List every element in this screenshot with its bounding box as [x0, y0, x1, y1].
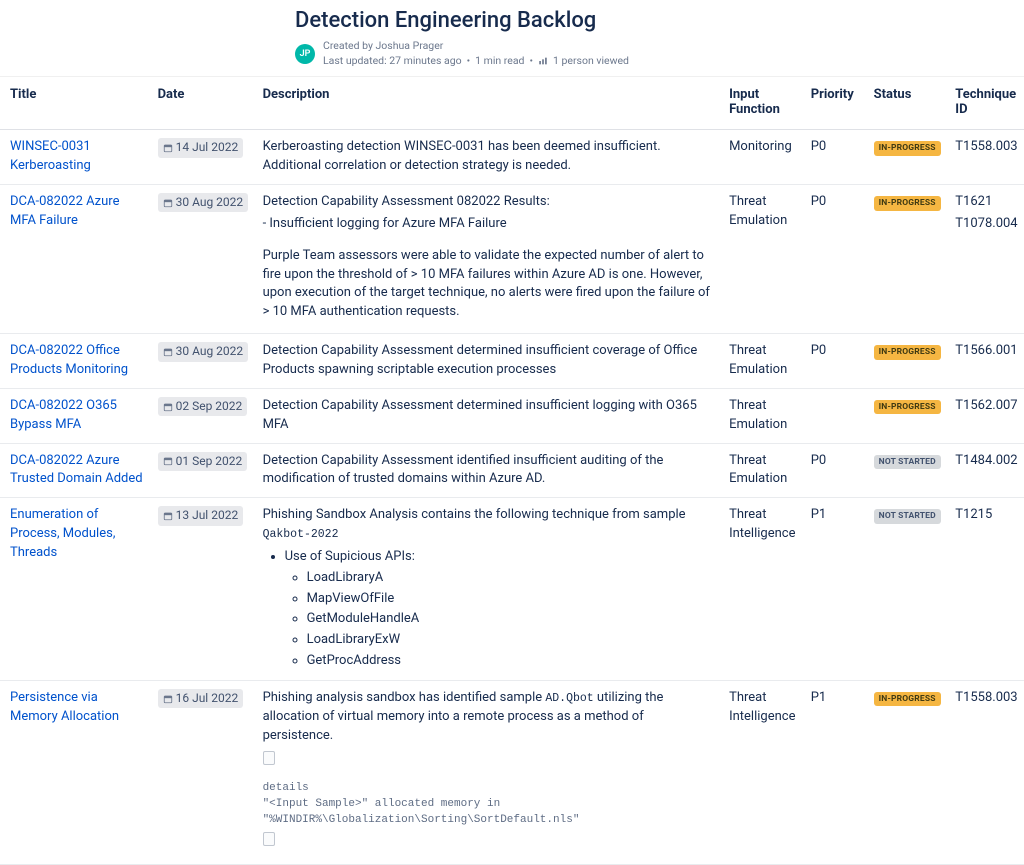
list-item: LoadLibraryExW	[307, 630, 718, 651]
status-badge[interactable]: IN-PROGRESS	[874, 345, 941, 360]
date-text: 13 Jul 2022	[176, 507, 239, 524]
description-cell: Detection Capability Assessment determin…	[257, 334, 724, 389]
code-block: details "<Input Sample>" allocated memor…	[263, 781, 718, 829]
date-chip[interactable]: 01 Sep 2022	[158, 452, 248, 471]
calendar-icon	[163, 198, 173, 208]
technique-cell: T1558.003	[949, 130, 1024, 185]
list-item: MapViewOfFile	[307, 589, 718, 610]
col-title[interactable]: Title	[0, 77, 152, 130]
col-priority[interactable]: Priority	[805, 77, 868, 130]
priority: P1	[805, 680, 868, 864]
description-cell: Detection Capability Assessment 082022 R…	[257, 185, 724, 334]
date-text: 16 Jul 2022	[176, 690, 239, 707]
row-title-link[interactable]: WINSEC-0031 Kerberoasting	[10, 139, 91, 173]
input-function: Threat Emulation	[723, 334, 805, 389]
list-item: Use of Supicious APIs:	[285, 547, 718, 568]
row-title-link[interactable]: DCA-082022 Office Products Monitoring	[10, 343, 128, 377]
table-row: DCA-082022 Azure MFA Failure 30 Aug 2022…	[0, 185, 1024, 334]
status-badge[interactable]: IN-PROGRESS	[874, 141, 941, 156]
analytics-icon	[538, 56, 548, 66]
date-text: 30 Aug 2022	[176, 343, 244, 360]
priority	[805, 388, 868, 443]
table-row: DCA-082022 Azure Trusted Domain Added 01…	[0, 443, 1024, 498]
priority: P0	[805, 334, 868, 389]
list-item: GetProcAddress	[307, 651, 718, 672]
priority: P0	[805, 185, 868, 334]
input-function: Monitoring	[723, 130, 805, 185]
input-function: Threat Emulation	[723, 443, 805, 498]
input-function: Threat Intelligence	[723, 498, 805, 681]
table-row: Enumeration of Process, Modules, Threads…	[0, 498, 1024, 681]
created-by: Created by Joshua Prager	[323, 39, 629, 54]
page-header: Detection Engineering Backlog JP Created…	[0, 0, 1024, 77]
date-chip[interactable]: 14 Jul 2022	[158, 138, 244, 157]
row-title-link[interactable]: DCA-082022 O365 Bypass MFA	[10, 398, 117, 432]
technique-cell: T1562.007	[949, 388, 1024, 443]
date-text: 14 Jul 2022	[176, 139, 239, 156]
col-technique[interactable]: Technique ID	[949, 77, 1024, 130]
avatar[interactable]: JP	[295, 44, 315, 64]
table-row: Persistence via Memory Allocation 16 Jul…	[0, 680, 1024, 864]
input-function: Threat Emulation	[723, 388, 805, 443]
read-time: 1 min read	[475, 54, 524, 69]
status-badge[interactable]: NOT STARTED	[874, 509, 941, 524]
col-date[interactable]: Date	[152, 77, 257, 130]
table-row: WINSEC-0031 Kerberoasting 14 Jul 2022 Ke…	[0, 130, 1024, 185]
technique-cell: T1484.002	[949, 443, 1024, 498]
technique-cell: T1566.001	[949, 334, 1024, 389]
description-cell: Detection Capability Assessment determin…	[257, 388, 724, 443]
page-title: Detection Engineering Backlog	[295, 8, 1024, 33]
row-title-link[interactable]: DCA-082022 Azure MFA Failure	[10, 194, 119, 228]
list-item: GetModuleHandleA	[307, 609, 718, 630]
date-text: 02 Sep 2022	[176, 398, 243, 415]
status-badge[interactable]: IN-PROGRESS	[874, 196, 941, 211]
technique-cell: T1558.003	[949, 680, 1024, 864]
col-input[interactable]: Input Function	[723, 77, 805, 130]
table-row: DCA-082022 O365 Bypass MFA 02 Sep 2022 D…	[0, 388, 1024, 443]
table-row: DCA-082022 Office Products Monitoring 30…	[0, 334, 1024, 389]
input-function: Threat Emulation	[723, 185, 805, 334]
page-meta: JP Created by Joshua Prager Last updated…	[295, 39, 1024, 68]
input-function: Threat Intelligence	[723, 680, 805, 864]
col-status[interactable]: Status	[868, 77, 950, 130]
calendar-icon	[163, 143, 173, 153]
row-title-link[interactable]: DCA-082022 Azure Trusted Domain Added	[10, 453, 143, 487]
last-updated: Last updated: 27 minutes ago	[323, 54, 462, 69]
date-chip[interactable]: 13 Jul 2022	[158, 506, 244, 525]
priority: P0	[805, 130, 868, 185]
technique-cell: T1621 T1078.004	[949, 185, 1024, 334]
calendar-icon	[163, 347, 173, 357]
copy-icon[interactable]	[263, 751, 275, 765]
status-badge[interactable]: IN-PROGRESS	[874, 692, 941, 707]
viewers: 1 person viewed	[553, 54, 629, 69]
row-title-link[interactable]: Persistence via Memory Allocation	[10, 690, 119, 724]
description-cell: Detection Capability Assessment identifi…	[257, 443, 724, 498]
meta-text: Created by Joshua Prager Last updated: 2…	[323, 39, 629, 68]
row-title-link[interactable]: Enumeration of Process, Modules, Threads	[10, 507, 115, 560]
calendar-icon	[163, 694, 173, 704]
description-cell: Phishing Sandbox Analysis contains the f…	[257, 498, 724, 681]
priority: P0	[805, 443, 868, 498]
status-badge[interactable]: IN-PROGRESS	[874, 400, 941, 415]
date-chip[interactable]: 16 Jul 2022	[158, 689, 244, 708]
date-chip[interactable]: 30 Aug 2022	[158, 193, 249, 212]
description-cell: Kerberoasting detection WINSEC-0031 has …	[257, 130, 724, 185]
date-text: 01 Sep 2022	[176, 453, 243, 470]
date-chip[interactable]: 02 Sep 2022	[158, 397, 248, 416]
col-description[interactable]: Description	[257, 77, 724, 130]
date-chip[interactable]: 30 Aug 2022	[158, 342, 249, 361]
priority: P1	[805, 498, 868, 681]
date-text: 30 Aug 2022	[176, 194, 244, 211]
calendar-icon	[163, 402, 173, 412]
backlog-table: Title Date Description Input Function Pr…	[0, 77, 1024, 865]
calendar-icon	[163, 456, 173, 466]
table-header-row: Title Date Description Input Function Pr…	[0, 77, 1024, 130]
copy-icon[interactable]	[263, 832, 275, 846]
status-badge[interactable]: NOT STARTED	[874, 455, 941, 470]
description-cell: Phishing analysis sandbox has identified…	[257, 680, 724, 864]
technique-cell: T1215	[949, 498, 1024, 681]
list-item: LoadLibraryA	[307, 568, 718, 589]
calendar-icon	[163, 511, 173, 521]
